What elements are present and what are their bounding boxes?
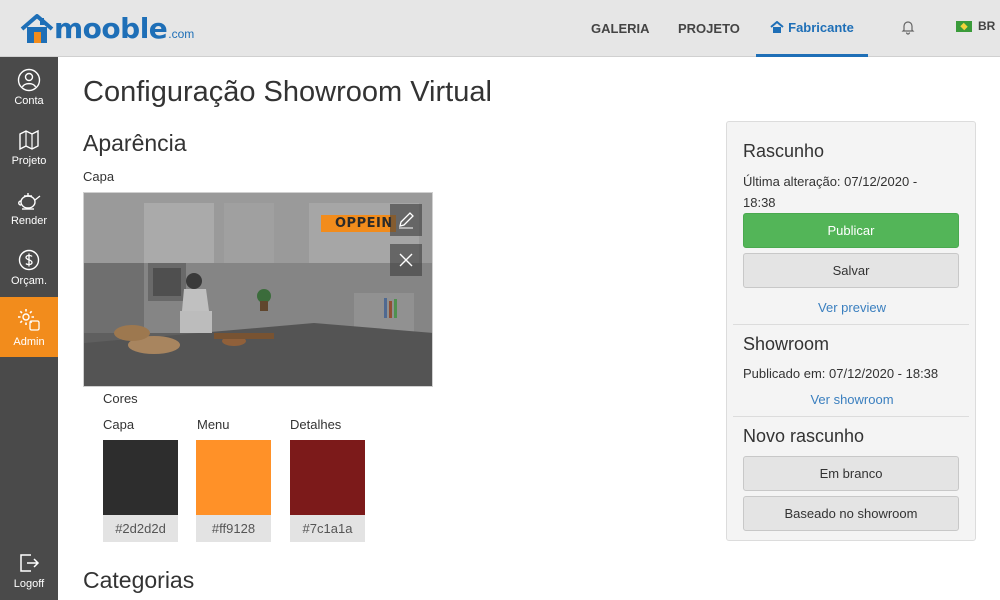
- blank-draft-button[interactable]: Em branco: [743, 456, 959, 491]
- top-bar: mooble .com GALERIA PROJETO Fabricante B…: [0, 0, 1000, 57]
- cover-image: OPPEIN: [83, 192, 433, 387]
- close-icon: [399, 253, 413, 267]
- swatch-hex-value: #7c1a1a: [290, 515, 365, 542]
- sidebar-item-label: Orçam.: [10, 274, 48, 287]
- section-categories: Categorias: [83, 567, 195, 593]
- gear-icon: [18, 308, 40, 331]
- nav-fabricante-label: Fabricante: [788, 19, 854, 35]
- showroom-title: Showroom: [743, 334, 830, 354]
- preview-link[interactable]: Ver preview: [727, 300, 977, 315]
- pencil-icon: [399, 212, 414, 229]
- view-showroom-link[interactable]: Ver showroom: [727, 392, 977, 407]
- house-logo-icon: [20, 14, 54, 43]
- sidebar-item-label: Render: [10, 214, 48, 227]
- cover-label: Capa: [83, 169, 115, 184]
- language-label: BR: [978, 19, 996, 33]
- sidebar-item-label: Admin: [13, 335, 45, 348]
- teapot-icon: [18, 192, 41, 210]
- blueprint-icon: [19, 129, 39, 150]
- swatch-color[interactable]: [196, 440, 271, 515]
- swatch-label-detalhes: Detalhes: [290, 417, 342, 432]
- publish-button[interactable]: Publicar: [743, 213, 959, 248]
- page-title: Configuração Showroom Virtual: [83, 76, 492, 108]
- sidebar-item-conta[interactable]: Conta: [0, 57, 58, 117]
- divider: [733, 416, 969, 417]
- sidebar: Conta Projeto Render Orçam. Admin Logoff: [0, 57, 58, 600]
- save-button[interactable]: Salvar: [743, 253, 959, 288]
- notifications-button[interactable]: [900, 19, 916, 40]
- edit-cover-button[interactable]: [390, 204, 422, 236]
- swatch-label-capa: Capa: [103, 417, 135, 432]
- swatch-label-menu: Menu: [197, 417, 230, 432]
- brand-suffix: .com: [168, 27, 195, 41]
- publish-panel: Rascunho Última alteração: 07/12/2020 - …: [726, 121, 976, 541]
- new-draft-title: Novo rascunho: [743, 426, 865, 446]
- swatch-color[interactable]: [103, 440, 178, 515]
- color-swatch-detalhes[interactable]: #7c1a1a: [290, 440, 365, 542]
- last-change-line-2: 18:38: [743, 195, 776, 210]
- sidebar-item-label: Projeto: [11, 154, 47, 167]
- draft-title: Rascunho: [743, 141, 825, 161]
- sidebar-item-render[interactable]: Render: [0, 177, 58, 237]
- mooble-logo[interactable]: mooble .com: [20, 10, 194, 44]
- oppein-banner: OPPEIN: [321, 215, 396, 232]
- last-change-line-1: Última alteração: 07/12/2020 -: [743, 174, 918, 189]
- bell-icon: [901, 21, 915, 35]
- logout-icon: [20, 553, 40, 572]
- color-swatch-capa[interactable]: #2d2d2d: [103, 440, 178, 542]
- user-icon: [17, 68, 41, 91]
- nav-projeto[interactable]: PROJETO: [678, 0, 740, 57]
- logoff-label: Logoff: [13, 577, 45, 590]
- language-selector[interactable]: BR: [956, 19, 995, 33]
- home-icon: [770, 21, 784, 33]
- logoff-button[interactable]: Logoff: [0, 540, 58, 600]
- section-appearance: Aparência: [83, 130, 187, 156]
- last-change-text: Última alteração: 07/12/2020 - 18:38: [743, 171, 917, 213]
- published-text: Publicado em: 07/12/2020 - 18:38: [743, 366, 939, 381]
- sidebar-item-projeto[interactable]: Projeto: [0, 117, 58, 177]
- sidebar-item-label: Conta: [14, 94, 44, 107]
- remove-cover-button[interactable]: [390, 244, 422, 276]
- swatch-hex-value: #2d2d2d: [103, 515, 178, 542]
- color-swatch-menu[interactable]: #ff9128: [196, 440, 271, 542]
- oppein-brand-text: OPPEIN: [335, 216, 393, 231]
- colors-label: Cores: [103, 391, 138, 406]
- swatch-color[interactable]: [290, 440, 365, 515]
- nav-fabricante[interactable]: Fabricante: [756, 0, 868, 57]
- brazil-flag-icon: [956, 20, 972, 32]
- sidebar-item-admin[interactable]: Admin: [0, 297, 58, 357]
- nav-galeria[interactable]: GALERIA: [591, 0, 650, 57]
- dollar-icon: [18, 249, 40, 270]
- swatch-hex-value: #ff9128: [196, 515, 271, 542]
- divider: [733, 324, 969, 325]
- sidebar-item-orcamento[interactable]: Orçam.: [0, 237, 58, 297]
- brand-name: mooble: [54, 12, 168, 45]
- based-on-showroom-button[interactable]: Baseado no showroom: [743, 496, 959, 531]
